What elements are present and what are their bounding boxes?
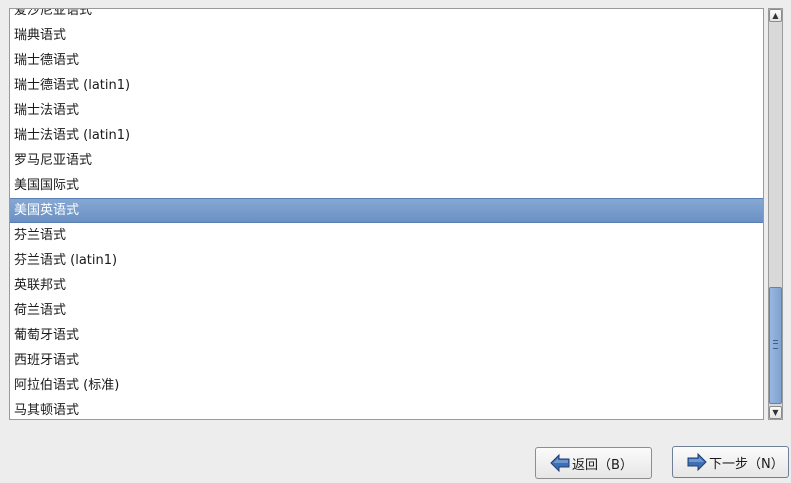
scroll-up-arrow-icon[interactable]: ▲ [769,9,782,22]
list-item-us-english[interactable]: 美国英语式 [10,198,763,223]
list-item-finnish[interactable]: 芬兰语式 [10,223,763,248]
scrollbar-grip-icon [773,340,778,349]
next-button-label: 下一步（N） [709,456,784,472]
scroll-down-arrow-icon[interactable]: ▼ [769,406,782,419]
list-item-spanish[interactable]: 西班牙语式 [10,348,763,373]
back-button[interactable]: 返回（B） [535,447,652,479]
list-item-swiss-german-latin1[interactable]: 瑞士德语式 (latin1) [10,73,763,98]
list-item-swiss-german[interactable]: 瑞士德语式 [10,48,763,73]
list-item-swiss-french[interactable]: 瑞士法语式 [10,98,763,123]
arrow-left-icon [550,454,570,472]
keyboard-layout-list-items: 爱沙尼亚语式 瑞典语式 瑞士德语式 瑞士德语式 (latin1) 瑞士法语式 瑞… [10,9,763,419]
list-item-romanian[interactable]: 罗马尼亚语式 [10,148,763,173]
arrow-right-icon [687,453,707,471]
vertical-scrollbar[interactable]: ▲ ▼ [768,8,783,420]
list-item-finnish-latin1[interactable]: 芬兰语式 (latin1) [10,248,763,273]
keyboard-layout-list[interactable]: 爱沙尼亚语式 瑞典语式 瑞士德语式 瑞士德语式 (latin1) 瑞士法语式 瑞… [9,8,764,420]
list-item-macedonian[interactable]: 马其顿语式 [10,398,763,419]
list-item-dutch[interactable]: 荷兰语式 [10,298,763,323]
next-button[interactable]: 下一步（N） [672,446,789,478]
list-item-us-international[interactable]: 美国国际式 [10,173,763,198]
list-item-swiss-french-latin1[interactable]: 瑞士法语式 (latin1) [10,123,763,148]
back-button-label: 返回（B） [572,457,633,473]
list-item-uk[interactable]: 英联邦式 [10,273,763,298]
list-item-portuguese[interactable]: 葡萄牙语式 [10,323,763,348]
list-item-arabic-standard[interactable]: 阿拉伯语式 (标准) [10,373,763,398]
list-item-swedish[interactable]: 瑞典语式 [10,23,763,48]
scrollbar-thumb[interactable] [769,287,782,404]
list-item-estonian[interactable]: 爱沙尼亚语式 [10,9,763,23]
